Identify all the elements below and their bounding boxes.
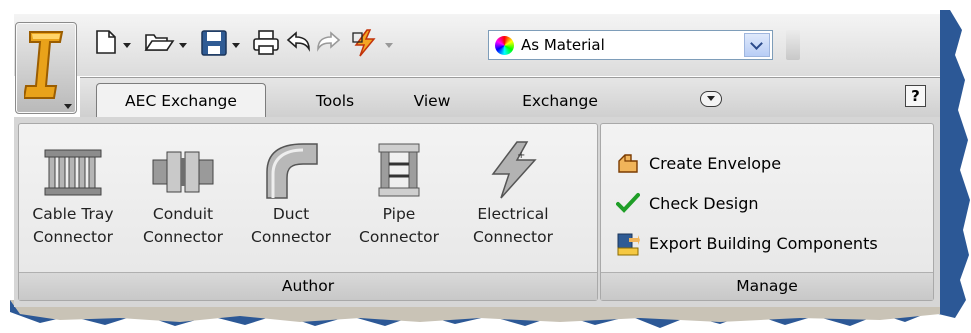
duct-elbow-icon	[266, 143, 318, 199]
app-menu-arrow-icon	[64, 104, 72, 109]
help-button[interactable]: ?	[905, 85, 926, 107]
electrical-bolt-icon: +	[491, 141, 537, 199]
match-properties-icon[interactable]	[350, 28, 380, 58]
tab-view[interactable]: View	[400, 86, 464, 116]
application-menu-button[interactable]	[15, 22, 77, 114]
ribbon: Cable Tray Connector Conduit Connector D…	[14, 117, 940, 307]
cable-tray-label-2: Connector	[33, 228, 113, 246]
check-design-label: Check Design	[649, 193, 759, 213]
check-design-button[interactable]: Check Design	[615, 190, 759, 216]
electrical-label-2: Connector	[473, 228, 553, 246]
envelope-icon	[615, 150, 641, 176]
tab-exchange[interactable]: Exchange	[505, 86, 615, 116]
tab-aec-exchange[interactable]: AEC Exchange	[96, 83, 266, 118]
manage-panel-title[interactable]: Manage	[601, 272, 933, 300]
svg-text:+: +	[517, 150, 525, 161]
save-icon[interactable]	[199, 28, 229, 58]
conduit-connector-button[interactable]: Conduit Connector	[129, 134, 237, 249]
app-logo-icon	[24, 31, 64, 99]
pipe-label-1: Pipe	[382, 205, 416, 223]
duct-label-1: Duct	[272, 205, 310, 223]
save-dropdown-icon[interactable]	[232, 43, 240, 48]
open-icon[interactable]	[143, 28, 175, 56]
export-building-components-button[interactable]: Export Building Components	[615, 230, 878, 256]
undo-icon[interactable]	[284, 28, 312, 56]
new-icon[interactable]	[92, 28, 120, 56]
redo-icon[interactable]	[315, 28, 343, 56]
material-combo[interactable]: As Material	[488, 30, 773, 60]
create-envelope-button[interactable]: Create Envelope	[615, 150, 781, 176]
new-dropdown-icon[interactable]	[123, 43, 131, 48]
conduit-label-2: Connector	[143, 228, 223, 246]
ribbon-tab-bar: AEC Exchange Tools View Exchange ?	[80, 77, 940, 118]
pipe-connector-button[interactable]: Pipe Connector	[345, 134, 453, 249]
toolbar-grip[interactable]	[786, 30, 800, 60]
panel-author: Cable Tray Connector Conduit Connector D…	[18, 123, 598, 301]
electrical-connector-button[interactable]: + Electrical Connector	[459, 134, 567, 249]
electrical-label-1: Electrical	[477, 205, 549, 223]
export-adm-icon	[615, 230, 641, 256]
checkmark-icon	[615, 190, 641, 216]
color-wheel-icon	[495, 36, 514, 55]
tab-tools[interactable]: Tools	[300, 86, 370, 116]
panel-manage: Create Envelope Check Design Export Buil…	[600, 123, 934, 301]
open-dropdown-icon[interactable]	[179, 43, 187, 48]
print-icon[interactable]	[251, 28, 281, 58]
author-panel-title[interactable]: Author	[19, 272, 597, 300]
export-building-components-label: Export Building Components	[649, 233, 878, 253]
create-envelope-label: Create Envelope	[649, 153, 782, 173]
cable-tray-connector-button[interactable]: Cable Tray Connector	[19, 134, 127, 249]
duct-connector-button[interactable]: Duct Connector	[237, 134, 345, 249]
duct-label-2: Connector	[251, 228, 331, 246]
material-combo-value: As Material	[521, 36, 605, 54]
pipe-icon	[378, 143, 420, 197]
cable-tray-label-1: Cable Tray	[32, 205, 114, 223]
conduit-label-1: Conduit	[152, 205, 214, 223]
ribbon-options-icon[interactable]	[700, 91, 722, 107]
combo-dropdown-button[interactable]	[744, 33, 770, 57]
conduit-icon	[152, 151, 214, 193]
match-dropdown-icon[interactable]	[385, 43, 393, 48]
cable-tray-icon	[44, 149, 102, 196]
pipe-label-2: Connector	[359, 228, 439, 246]
